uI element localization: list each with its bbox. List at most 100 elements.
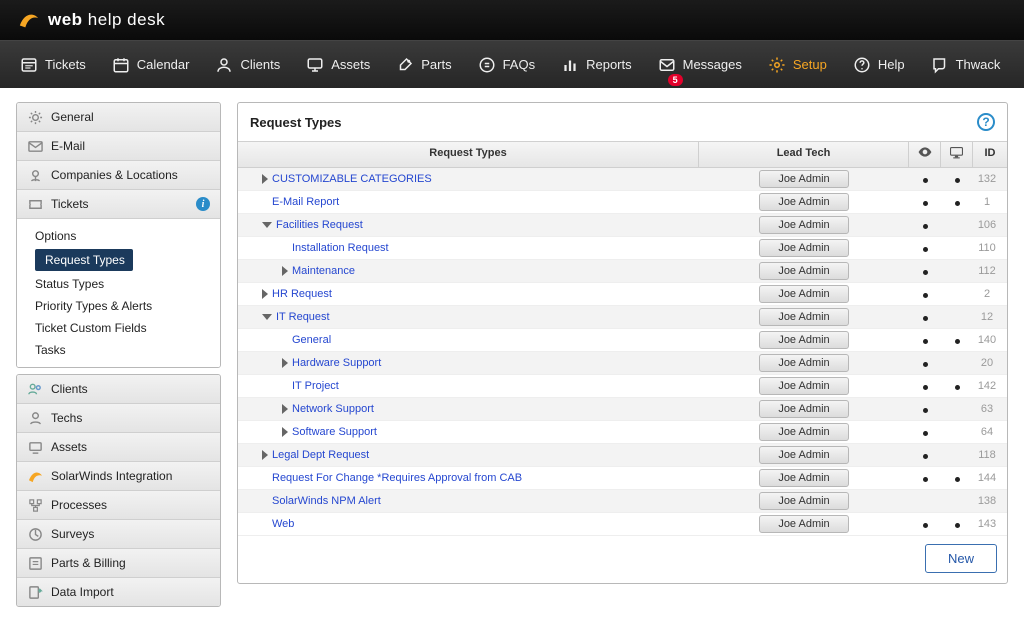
sidebar-item-techs[interactable]: Techs [17,404,220,433]
info-icon[interactable]: i [196,197,210,211]
nav-tickets[interactable]: Tickets [10,50,96,80]
lead-tech-button[interactable]: Joe Admin [759,377,849,395]
sidebar-item-tickets[interactable]: Ticketsi [17,190,220,219]
expand-icon[interactable] [282,266,288,276]
nav-badge: 5 [668,74,683,86]
nav-help[interactable]: Help [843,50,915,80]
lead-tech-button[interactable]: Joe Admin [759,469,849,487]
nav-label: Tickets [45,57,86,72]
cell-tech: Joe Admin [699,329,909,351]
sidebar-item-label: Surveys [51,527,94,541]
nav-assets[interactable]: Assets [296,50,380,80]
request-type-link[interactable]: SolarWinds NPM Alert [238,492,699,510]
nav-calendar[interactable]: Calendar [102,50,200,80]
lead-tech-button[interactable]: Joe Admin [759,285,849,303]
dot-icon [923,385,928,390]
sidebar-item-assets[interactable]: Assets [17,433,220,462]
expand-icon[interactable] [282,404,288,414]
request-type-link[interactable]: Facilities Request [238,216,699,234]
new-button[interactable]: New [925,544,997,573]
lead-tech-button[interactable]: Joe Admin [759,308,849,326]
expand-icon[interactable] [282,427,288,437]
nav-setup[interactable]: Setup [758,50,837,80]
sidebar-item-email[interactable]: E-Mail [17,132,220,161]
request-type-link[interactable]: Request For Change *Requires Approval fr… [238,469,699,487]
col-head-tech[interactable]: Lead Tech [699,142,909,167]
table-body: CUSTOMIZABLE CATEGORIESJoe Admin132E-Mai… [238,168,1007,536]
sidebar-item-clients[interactable]: Clients [17,375,220,404]
request-type-link[interactable]: Network Support [238,400,699,418]
dot-icon [923,247,928,252]
sidebar-sub-tasks[interactable]: Tasks [17,339,220,361]
sidebar-sub-status-types[interactable]: Status Types [17,273,220,295]
col-head-name[interactable]: Request Types [238,142,699,167]
collapse-icon[interactable] [262,314,272,320]
lead-tech-button[interactable]: Joe Admin [759,515,849,533]
cell-id: 2 [973,288,1007,300]
nav-messages[interactable]: Messages5 [648,50,752,80]
sidebar-item-general[interactable]: General [17,103,220,132]
nav-reports[interactable]: Reports [551,50,642,80]
cell-visible [909,171,941,187]
sidebar-item-label: E-Mail [51,139,85,153]
sidebar-item-dataimport[interactable]: Data Import [17,578,220,606]
expand-icon[interactable] [262,450,268,460]
expand-icon[interactable] [282,358,288,368]
sidebar-item-billing[interactable]: Parts & Billing [17,549,220,578]
col-head-id[interactable]: ID [973,142,1007,167]
collapse-icon[interactable] [262,222,272,228]
sidebar-item-surveys[interactable]: Surveys [17,520,220,549]
request-type-link[interactable]: Software Support [238,423,699,441]
sidebar-item-processes[interactable]: Processes [17,491,220,520]
lead-tech-button[interactable]: Joe Admin [759,423,849,441]
lead-tech-button[interactable]: Joe Admin [759,354,849,372]
lead-tech-button[interactable]: Joe Admin [759,193,849,211]
cell-id: 142 [973,380,1007,392]
sidebar-group-top: General E-Mail Companies & Locations Ticket… [16,102,221,368]
request-type-link[interactable]: HR Request [238,285,699,303]
lead-tech-button[interactable]: Joe Admin [759,170,849,188]
col-head-visible[interactable] [909,142,941,167]
sidebar-item-companies[interactable]: Companies & Locations [17,161,220,190]
request-type-link[interactable]: Hardware Support [238,354,699,372]
lead-tech-button[interactable]: Joe Admin [759,400,849,418]
request-type-link[interactable]: Web [238,515,699,533]
sidebar-sub-request-types[interactable]: Request Types [35,249,133,271]
cell-id: 144 [973,472,1007,484]
expand-icon[interactable] [262,174,268,184]
request-type-link[interactable]: General [238,331,699,349]
request-type-link[interactable]: E-Mail Report [238,193,699,211]
companies-icon [27,167,43,183]
row-name: E-Mail Report [272,196,339,208]
help-icon [853,56,871,74]
request-type-link[interactable]: IT Project [238,377,699,395]
lead-tech-button[interactable]: Joe Admin [759,446,849,464]
lead-tech-button[interactable]: Joe Admin [759,492,849,510]
cell-display [941,378,973,394]
nav-label: Reports [586,57,632,72]
nav-label: Thwack [956,57,1001,72]
request-type-link[interactable]: Maintenance [238,262,699,280]
request-type-link[interactable]: Legal Dept Request [238,446,699,464]
sidebar-sub-ticket-custom-fields[interactable]: Ticket Custom Fields [17,317,220,339]
sidebar-item-integration[interactable]: SolarWinds Integration [17,462,220,491]
sidebar-sub-options[interactable]: Options [17,225,220,247]
col-head-display[interactable] [941,142,973,167]
lead-tech-button[interactable]: Joe Admin [759,262,849,280]
nav-clients[interactable]: Clients [205,50,290,80]
surveys-icon [27,526,43,542]
request-type-link[interactable]: Installation Request [238,239,699,257]
panel-help-icon[interactable]: ? [977,113,995,131]
expand-icon[interactable] [262,289,268,299]
lead-tech-button[interactable]: Joe Admin [759,239,849,257]
table-row: Request For Change *Requires Approval fr… [238,467,1007,490]
sidebar-sub-priority-types-alerts[interactable]: Priority Types & Alerts [17,295,220,317]
lead-tech-button[interactable]: Joe Admin [759,216,849,234]
lead-tech-button[interactable]: Joe Admin [759,331,849,349]
sidebar-item-label: Companies & Locations [51,168,178,182]
request-type-link[interactable]: IT Request [238,308,699,326]
nav-thwack[interactable]: Thwack [921,50,1011,80]
nav-faqs[interactable]: FAQs [468,50,546,80]
request-type-link[interactable]: CUSTOMIZABLE CATEGORIES [238,170,699,188]
nav-parts[interactable]: Parts [386,50,461,80]
